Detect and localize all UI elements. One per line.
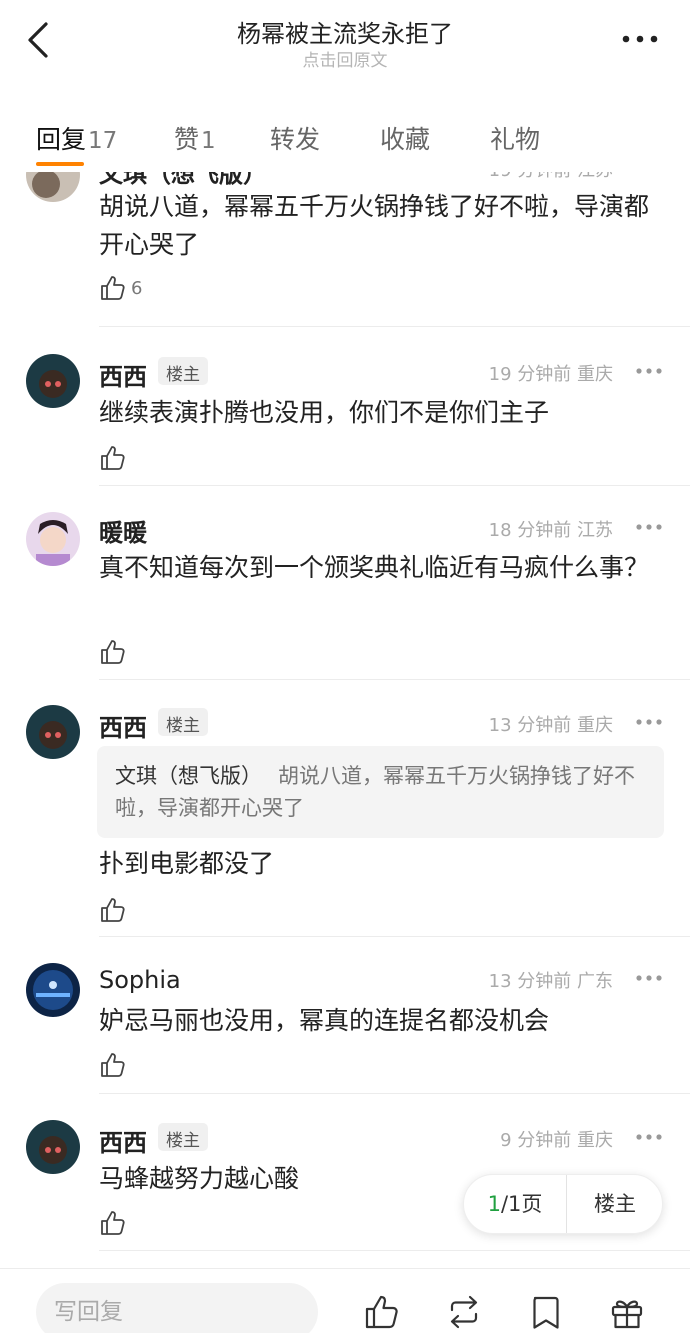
page-indicator: 1/1页 楼主 <box>463 1174 663 1234</box>
page-selector-button[interactable]: 1/1页 <box>464 1175 566 1233</box>
gift-icon[interactable] <box>608 1293 646 1331</box>
avatar[interactable] <box>26 705 80 759</box>
thumbs-up-icon <box>101 640 125 664</box>
comment-text: 真不知道每次到一个颁奖典礼临近有马疯什么事？ <box>99 553 650 582</box>
thumbs-up-icon <box>101 898 125 922</box>
reply-input[interactable]: 写回复 <box>36 1283 318 1333</box>
avatar[interactable] <box>26 172 80 202</box>
tab-replies[interactable]: 回复17 <box>36 120 117 156</box>
quoted-author: 文琪（想飞版） <box>115 764 262 788</box>
back-to-original-link[interactable]: 点击回原文 <box>0 46 690 71</box>
comment-meta: 18 分钟前 江苏 <box>488 520 613 541</box>
like-button[interactable]: 6 <box>99 273 142 303</box>
comment-text: 继续表演扑腾也没用，你们不是你们主子 <box>99 398 550 427</box>
top-bar: 杨幂被主流奖永拒了 点击回原文 <box>0 0 690 88</box>
thumbs-up-icon <box>101 1053 125 1077</box>
owner-badge: 楼主 <box>158 357 208 385</box>
like-button[interactable] <box>99 637 127 667</box>
comment-author[interactable]: Sophia <box>99 966 181 994</box>
page-title: 杨幂被主流奖永拒了 <box>237 20 453 48</box>
divider <box>99 936 690 937</box>
bookmark-icon[interactable] <box>526 1293 564 1331</box>
tab-count: 1 <box>201 128 216 154</box>
comment-more-icon[interactable] <box>635 718 663 726</box>
avatar[interactable] <box>26 963 80 1017</box>
divider <box>99 326 690 327</box>
thumbs-up-icon <box>101 276 125 300</box>
comment-more-icon[interactable] <box>635 1133 663 1141</box>
quoted-reply[interactable]: 文琪（想飞版） 胡说八道，幂幂五千万火锅挣钱了好不啦，导演都开心哭了 <box>97 746 664 838</box>
avatar[interactable] <box>26 1120 80 1174</box>
current-page: 1 <box>487 1192 501 1216</box>
comment-list[interactable]: 文琪（想飞版） 19 分钟前 江苏 胡说八道，幂幂五千万火锅挣钱了好不啦，导演都… <box>0 172 690 1270</box>
comment-meta: 9 分钟前 重庆 <box>500 1130 613 1151</box>
bottom-action-bar: 写回复 <box>0 1268 690 1333</box>
owner-badge: 楼主 <box>158 708 208 736</box>
comment-author[interactable]: 西西 <box>99 708 147 743</box>
tab-favorites[interactable]: 收藏 <box>380 120 430 156</box>
like-button[interactable] <box>99 443 127 473</box>
tab-label: 转发 <box>270 125 321 154</box>
tab-gifts[interactable]: 礼物 <box>490 120 540 156</box>
tab-likes[interactable]: 赞1 <box>174 120 216 156</box>
comment-meta: 13 分钟前 广东 <box>488 971 613 992</box>
comment-meta: 19 分钟前 重庆 <box>488 364 613 385</box>
divider <box>99 1093 690 1094</box>
tab-label: 收藏 <box>380 125 431 154</box>
comment-more-icon[interactable] <box>635 974 663 982</box>
thumbs-up-icon[interactable] <box>363 1293 401 1331</box>
like-count: 6 <box>131 277 143 299</box>
divider <box>99 485 690 486</box>
tab-label: 赞 <box>174 125 200 154</box>
comment-more-icon[interactable] <box>635 523 663 531</box>
divider <box>99 679 690 680</box>
comment-author[interactable]: 西西 <box>99 357 147 392</box>
comment-meta: 19 分钟前 江苏 <box>489 172 613 182</box>
tab-count: 17 <box>88 128 118 154</box>
like-button[interactable] <box>99 1208 127 1238</box>
like-button[interactable] <box>99 895 127 925</box>
divider <box>99 1250 690 1251</box>
comment-text: 妒忌马丽也没用，幂真的连提名都没机会 <box>99 1006 550 1035</box>
comment-author[interactable]: 西西 <box>99 1123 147 1158</box>
avatar[interactable] <box>26 354 80 408</box>
tab-label: 礼物 <box>490 125 541 154</box>
tab-label: 回复 <box>36 125 87 154</box>
owner-badge: 楼主 <box>158 1123 208 1151</box>
comment-meta: 13 分钟前 重庆 <box>488 715 613 736</box>
avatar[interactable] <box>26 512 80 566</box>
thumbs-up-icon <box>101 446 125 470</box>
owner-only-button[interactable]: 楼主 <box>567 1175 663 1233</box>
total-pages: /1页 <box>500 1192 543 1216</box>
comment-more-icon[interactable] <box>635 367 663 375</box>
repost-icon[interactable] <box>445 1293 483 1331</box>
like-button[interactable] <box>99 1050 127 1080</box>
comment-author[interactable]: 暖暖 <box>99 513 147 548</box>
tab-bar: 回复17 赞1 转发 收藏 礼物 <box>0 88 690 172</box>
more-dots-icon[interactable] <box>620 28 660 50</box>
thumbs-up-icon <box>101 1211 125 1235</box>
tab-reposts[interactable]: 转发 <box>270 120 320 156</box>
comment-author[interactable]: 文琪（想飞版） <box>99 172 267 189</box>
comment-text: 胡说八道，幂幂五千万火锅挣钱了好不啦，导演都开心哭了 <box>99 192 650 259</box>
comment-text: 扑到电影都没了 <box>99 849 275 878</box>
active-tab-indicator <box>36 162 84 166</box>
